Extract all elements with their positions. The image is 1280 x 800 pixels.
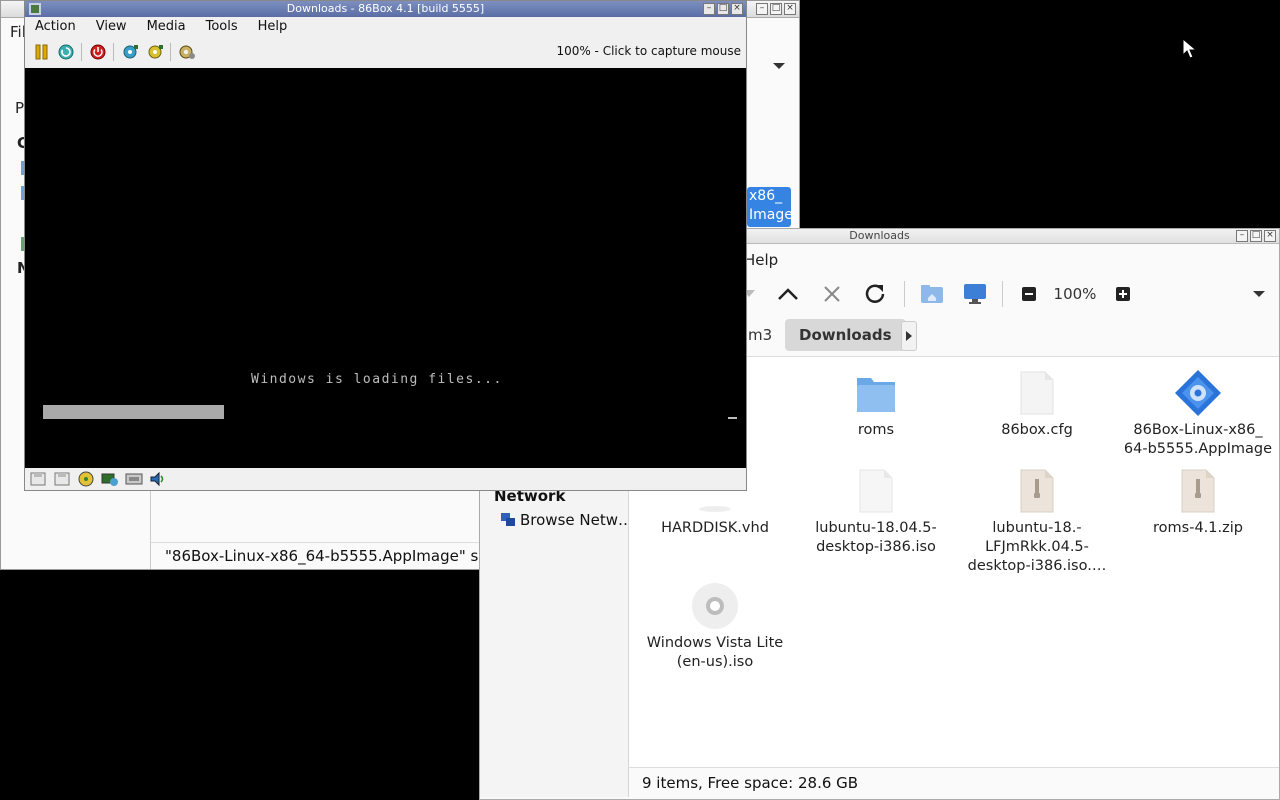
back-window-controls: – □ × (756, 3, 796, 15)
view-options-chevron-icon[interactable] (1250, 280, 1268, 308)
chevron-down-icon[interactable] (772, 61, 786, 71)
window-titlebar[interactable]: Downloads - 86Box 4.1 [build 5555] – □ × (25, 1, 746, 17)
ctrl-alt-del-icon[interactable] (120, 42, 140, 62)
86box-app-icon (29, 3, 41, 15)
path-crumb-current[interactable]: Downloads (785, 319, 906, 351)
stop-icon[interactable] (818, 280, 846, 308)
menu-media[interactable]: Media (137, 17, 196, 37)
menu-view[interactable]: View (86, 17, 137, 37)
home-folder-icon[interactable] (918, 280, 946, 308)
settings-gear-icon[interactable] (177, 42, 197, 62)
text-cursor (728, 417, 737, 419)
file-item-lubuntu-iso[interactable]: lubuntu-18.04.5- desktop-i386.iso (796, 467, 956, 557)
emulator-toolbar: 100% - Click to capture mouse (25, 39, 746, 67)
maximize-button[interactable]: □ (1250, 230, 1262, 242)
network-icon (501, 513, 515, 526)
optical-disc-icon (691, 582, 739, 630)
toolbar-separator (1002, 281, 1003, 307)
window-controls: – □ × (1236, 230, 1276, 242)
menu-help[interactable]: Help (744, 251, 778, 269)
minimize-button[interactable]: – (1236, 230, 1248, 242)
document-icon (1013, 369, 1061, 417)
status-bar: 9 items, Free space: 28.6 GB (629, 767, 1279, 799)
ctrl-alt-esc-icon[interactable] (145, 42, 165, 62)
close-button[interactable]: × (784, 3, 796, 15)
window-title: Downloads (849, 229, 910, 242)
toolbar-separator (113, 43, 114, 61)
file-item-86box-cfg[interactable]: 86box.cfg (957, 369, 1117, 440)
fragment-p: P (15, 99, 25, 117)
menu-help[interactable]: Help (248, 17, 298, 37)
appimage-icon (1174, 369, 1222, 417)
capture-mouse-hint: 100% - Click to capture mouse (556, 44, 741, 58)
sidebar-item-label: Browse Netw… (520, 511, 633, 529)
selected-file-label[interactable]: x86_ Image (747, 187, 791, 227)
file-item-lubuntu-partial[interactable]: lubuntu-18.- LFJmRkk.04.5- desktop-i386.… (957, 467, 1117, 576)
floppy-drive-2-icon[interactable] (53, 471, 71, 487)
window-controls: – □ × (703, 3, 743, 15)
archive-icon (1174, 467, 1222, 515)
minimize-button[interactable]: – (756, 3, 768, 15)
window-title: Downloads - 86Box 4.1 [build 5555] (286, 2, 485, 15)
network-card-icon[interactable] (125, 471, 143, 487)
emulator-statusbar (25, 468, 746, 490)
close-button[interactable]: × (731, 3, 743, 15)
sidebar-item-browse-network[interactable]: Browse Netw… (500, 511, 633, 529)
file-name: 86box.cfg (1001, 422, 1073, 438)
pause-icon[interactable] (32, 42, 52, 62)
file-name: Windows Vista Lite (en-us).iso (646, 635, 784, 670)
archive-icon (1013, 467, 1061, 515)
file-name: roms (857, 422, 895, 438)
file-name: HARDDISK.vhd (661, 520, 769, 536)
zoom-level: 100% (1053, 285, 1097, 303)
folder-icon (852, 369, 900, 417)
reset-icon[interactable] (56, 42, 76, 62)
reload-icon[interactable] (860, 280, 890, 308)
floppy-drive-1-icon[interactable] (29, 471, 47, 487)
maximize-button[interactable]: □ (770, 3, 782, 15)
boot-progress-bar (43, 405, 224, 419)
menu-tools[interactable]: Tools (196, 17, 248, 37)
cdrom-drive-icon[interactable] (77, 471, 95, 487)
boot-loading-text: Windows is loading files... (251, 372, 503, 387)
86box-emulator-window[interactable]: Downloads - 86Box 4.1 [build 5555] – □ ×… (24, 0, 747, 491)
hard-disk-icon[interactable] (101, 471, 119, 487)
file-name: 86Box-Linux-x86_ 64-b5555.AppImage (1123, 422, 1273, 457)
file-item-windows-vista-iso[interactable]: Windows Vista Lite (en-us).iso (635, 582, 795, 672)
power-icon[interactable] (88, 42, 108, 62)
close-button[interactable]: × (1264, 230, 1276, 242)
sound-icon[interactable] (149, 471, 167, 487)
file-name: lubuntu-18.04.5- desktop-i386.iso (815, 520, 937, 555)
toolbar-separator (81, 43, 82, 61)
file-item-86box-appimage[interactable]: 86Box-Linux-x86_ 64-b5555.AppImage (1118, 369, 1278, 459)
emulator-screen[interactable]: Windows is loading files... (25, 68, 746, 468)
mouse-pointer-icon (1182, 38, 1198, 59)
maximize-button[interactable]: □ (717, 3, 729, 15)
path-forward-arrow-icon[interactable] (901, 321, 917, 351)
zoom-in-icon[interactable] (1113, 280, 1133, 308)
up-arrow-icon[interactable] (774, 280, 802, 308)
minimize-button[interactable]: – (703, 3, 715, 15)
file-item-roms[interactable]: roms (796, 369, 956, 440)
file-item-roms-zip[interactable]: roms-4.1.zip (1118, 467, 1278, 538)
menu-bar: Action View Media Tools Help (25, 17, 746, 37)
zoom-out-icon[interactable] (1019, 280, 1039, 308)
menu-action[interactable]: Action (25, 17, 86, 37)
toolbar-separator (904, 281, 905, 307)
toolbar-separator (170, 43, 171, 61)
file-name: roms-4.1.zip (1153, 520, 1243, 536)
document-icon (852, 467, 900, 515)
computer-icon[interactable] (961, 280, 989, 308)
file-name: lubuntu-18.- LFJmRkk.04.5- desktop-i386.… (967, 520, 1107, 574)
